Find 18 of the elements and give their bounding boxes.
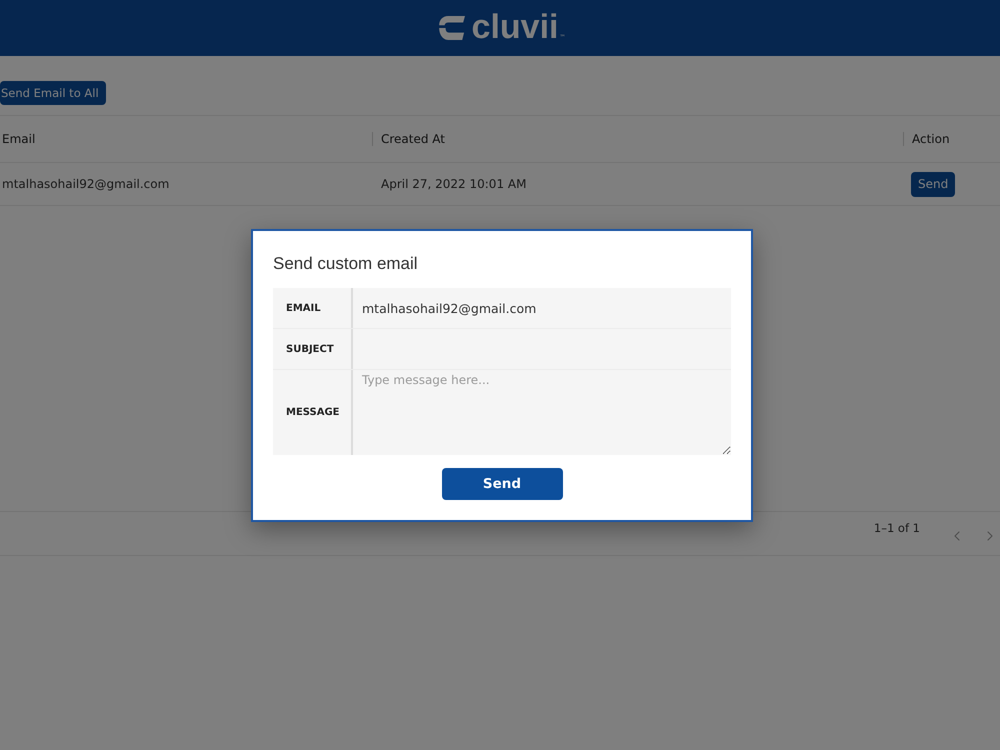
message-field[interactable]: Type message here... bbox=[351, 370, 731, 455]
send-button[interactable]: Send bbox=[911, 172, 956, 196]
logo-icon bbox=[438, 16, 467, 40]
column-header: Email bbox=[1, 132, 36, 146]
text-field[interactable]: mtalhasohail92@gmail.com bbox=[351, 288, 731, 328]
date-cell: April 27, 2022 10:01 AM bbox=[381, 177, 526, 191]
field-label: MESSAGE bbox=[286, 407, 340, 418]
field-label: SUBJECT bbox=[286, 344, 334, 354]
column-header: Created At bbox=[381, 132, 446, 146]
email-cell: mtalhasohail92@gmail.com bbox=[2, 177, 170, 191]
send-all-button[interactable]: Send Email to All bbox=[0, 81, 106, 105]
page-range: 1–1 of 1 bbox=[874, 520, 920, 535]
logo-text: cluvii bbox=[472, 10, 558, 44]
submit-button[interactable]: Send bbox=[442, 468, 562, 500]
column-header: Action bbox=[912, 132, 950, 146]
dialog-title: Send custom email bbox=[273, 254, 418, 274]
field-label: EMAIL bbox=[286, 302, 321, 314]
text-field[interactable] bbox=[351, 329, 731, 369]
